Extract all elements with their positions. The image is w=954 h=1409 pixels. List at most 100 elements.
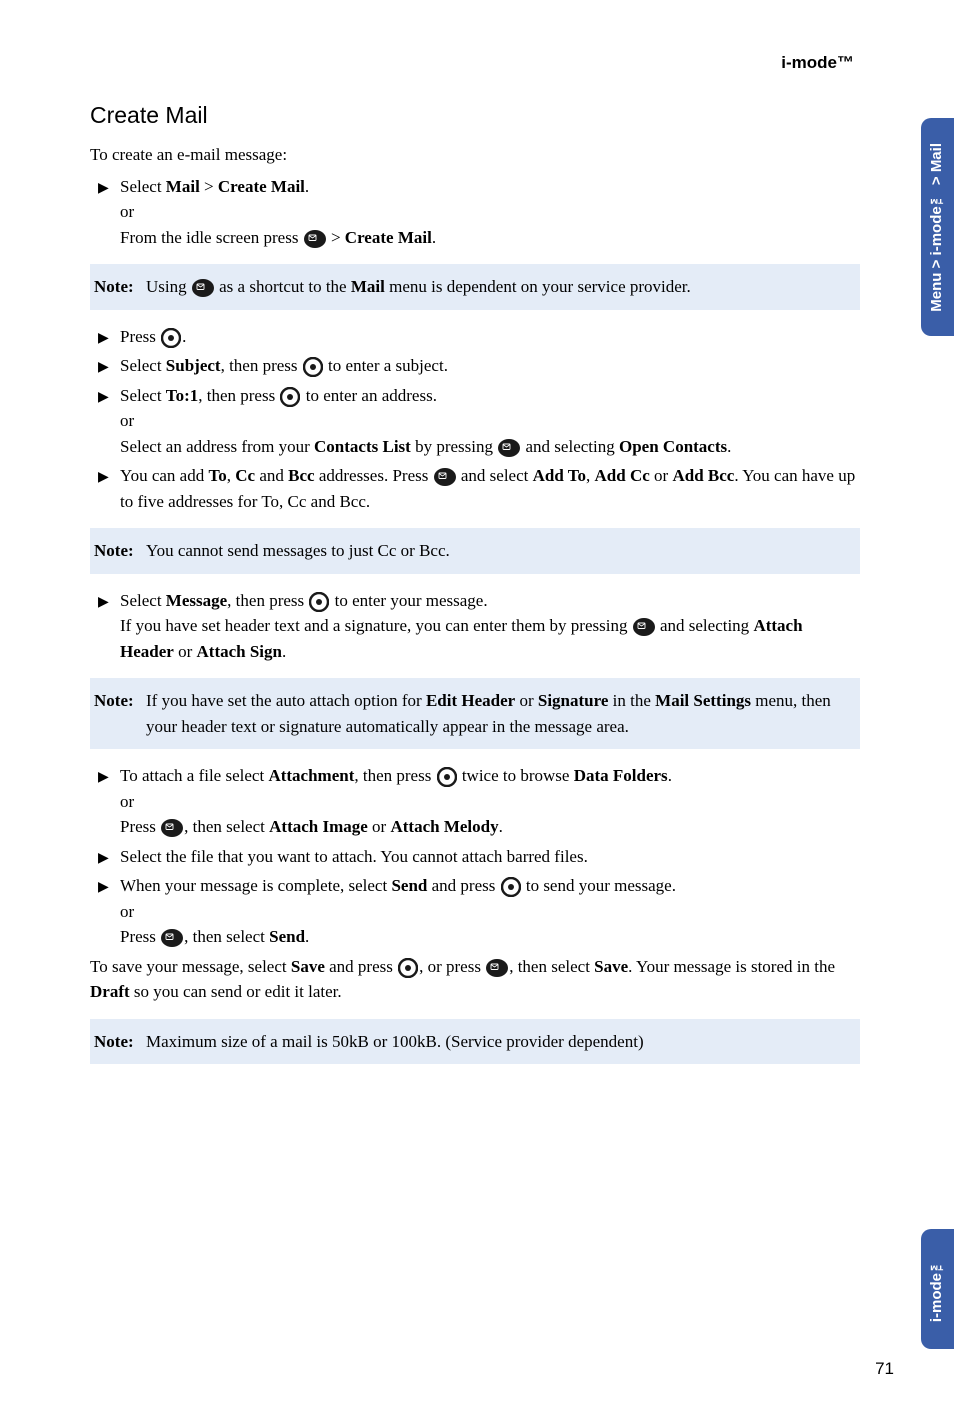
edit-header: Edit Header xyxy=(426,691,515,710)
text: to enter a subject. xyxy=(324,356,448,375)
center-key-icon xyxy=(501,877,521,897)
text: menu is dependent on your service provid… xyxy=(385,277,691,296)
text: and xyxy=(255,466,288,485)
text: or xyxy=(368,817,391,836)
text: and select xyxy=(457,466,533,485)
center-key-icon xyxy=(161,328,181,348)
text: . xyxy=(182,327,186,346)
section-heading: Create Mail xyxy=(90,98,860,133)
note-label: Note: xyxy=(94,688,146,739)
note-max-size: Note: Maximum size of a mail is 50kB or … xyxy=(90,1019,860,1065)
or-text: or xyxy=(120,408,860,434)
field-bcc: Bcc xyxy=(288,466,314,485)
text: , or press xyxy=(419,957,485,976)
text: or xyxy=(515,691,538,710)
text: to enter your message. xyxy=(330,591,487,610)
save: Save xyxy=(594,957,628,976)
add-to: Add To xyxy=(533,466,586,485)
text: . xyxy=(499,817,503,836)
center-key-icon xyxy=(398,958,418,978)
bullet-icon: ▶ xyxy=(98,383,120,408)
page-header: i-mode™ xyxy=(90,50,894,76)
step-press-center: ▶ Press . xyxy=(98,324,860,350)
text: To save your message, select xyxy=(90,957,291,976)
text: twice to browse xyxy=(458,766,574,785)
text: , then press xyxy=(198,386,279,405)
text: . xyxy=(432,228,436,247)
bullet-icon: ▶ xyxy=(98,844,120,869)
side-tab-breadcrumb: Menu > i-mode™ > Mail xyxy=(921,118,954,336)
text: addresses. Press xyxy=(315,466,433,485)
text: Select xyxy=(120,386,166,405)
text: Press xyxy=(120,327,160,346)
step-message-body: ▶ Select Message, then press to enter yo… xyxy=(98,588,860,665)
mail-key-icon xyxy=(633,618,655,636)
text: Select an address from your xyxy=(120,437,314,456)
bullet-icon: ▶ xyxy=(98,324,120,349)
add-bcc: Add Bcc xyxy=(672,466,734,485)
field-message: Message xyxy=(166,591,227,610)
text: When your message is complete, select xyxy=(120,876,391,895)
note-auto-attach: Note: If you have set the auto attach op… xyxy=(90,678,860,749)
text: , xyxy=(227,466,236,485)
text: , then select xyxy=(184,817,269,836)
text: to enter an address. xyxy=(301,386,436,405)
save: Save xyxy=(291,957,325,976)
mail-key-icon xyxy=(486,959,508,977)
text: Select xyxy=(120,177,166,196)
text: . xyxy=(305,177,309,196)
center-key-icon xyxy=(303,357,323,377)
text: If you have set the auto attach option f… xyxy=(146,691,426,710)
note-text: Maximum size of a mail is 50kB or 100kB.… xyxy=(146,1029,850,1055)
center-key-icon xyxy=(280,387,300,407)
text: Select the file that you want to attach.… xyxy=(120,844,860,870)
menu-create-mail: Create Mail xyxy=(345,228,432,247)
center-key-icon xyxy=(309,592,329,612)
text: Press xyxy=(120,817,160,836)
text: , then press xyxy=(354,766,435,785)
attach-melody: Attach Melody xyxy=(390,817,498,836)
mail-key-icon xyxy=(161,929,183,947)
note-text: You cannot send messages to just Cc or B… xyxy=(146,538,850,564)
field-cc: Cc xyxy=(235,466,255,485)
text: To attach a file select xyxy=(120,766,268,785)
text: so you can send or edit it later. xyxy=(130,982,342,1001)
step-select-file: ▶ Select the file that you want to attac… xyxy=(98,844,860,870)
mail-key-icon xyxy=(192,279,214,297)
attach-image: Attach Image xyxy=(269,817,368,836)
attachment: Attachment xyxy=(268,766,354,785)
text: or xyxy=(650,466,673,485)
signature: Signature xyxy=(538,691,609,710)
save-text: To save your message, select Save and pr… xyxy=(90,954,860,1005)
menu-mail: Mail xyxy=(166,177,200,196)
add-cc: Add Cc xyxy=(595,466,650,485)
text: . xyxy=(727,437,731,456)
text: . xyxy=(305,927,309,946)
mail-key-icon xyxy=(498,439,520,457)
step-send: ▶ When your message is complete, select … xyxy=(98,873,860,950)
text: > xyxy=(327,228,345,247)
text: and selecting xyxy=(521,437,619,456)
note-shortcut: Note: Using as a shortcut to the Mail me… xyxy=(90,264,860,310)
menu-create-mail: Create Mail xyxy=(218,177,305,196)
draft: Draft xyxy=(90,982,130,1001)
note-label: Note: xyxy=(94,274,146,300)
contacts-list: Contacts List xyxy=(314,437,411,456)
text: and press xyxy=(325,957,397,976)
text: to send your message. xyxy=(522,876,676,895)
text: You can add xyxy=(120,466,208,485)
side-tab-label: Menu > i-mode™ > Mail xyxy=(926,133,949,322)
side-tab-section: i-mode™ xyxy=(921,1229,954,1349)
text: . xyxy=(668,766,672,785)
text: Using xyxy=(146,277,191,296)
page-number: 71 xyxy=(875,1356,894,1382)
text: , then press xyxy=(227,591,308,610)
text: , then press xyxy=(221,356,302,375)
text: , then select xyxy=(184,927,269,946)
text: and selecting xyxy=(656,616,754,635)
step-attachment: ▶ To attach a file select Attachment, th… xyxy=(98,763,860,840)
text: Press xyxy=(120,927,160,946)
text: by pressing xyxy=(411,437,497,456)
field-to1: To:1 xyxy=(166,386,198,405)
note-cc-bcc-only: Note: You cannot send messages to just C… xyxy=(90,528,860,574)
